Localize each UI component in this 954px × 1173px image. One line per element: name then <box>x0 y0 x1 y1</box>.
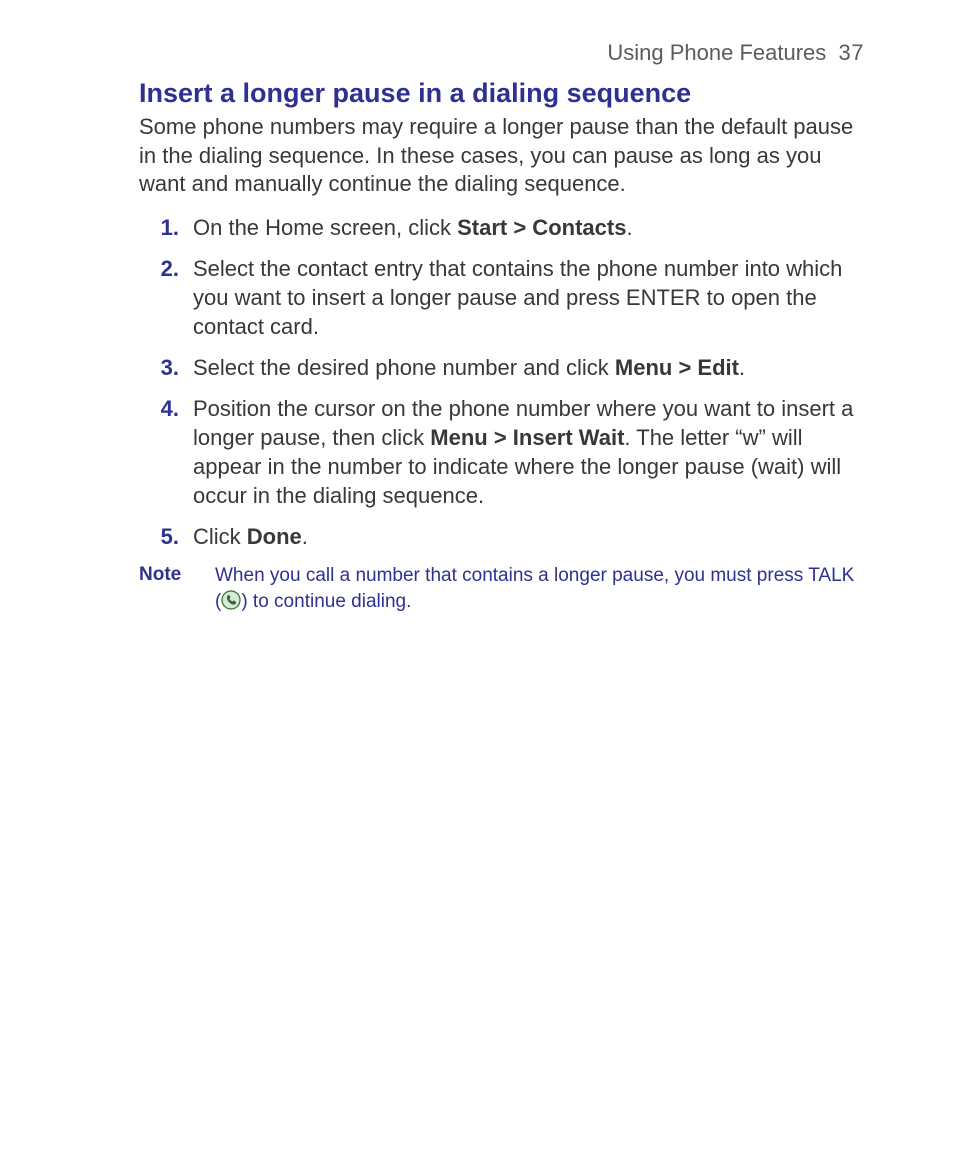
running-header: Using Phone Features 37 <box>135 40 864 66</box>
talk-button-icon <box>221 590 241 610</box>
step-number: 5. <box>139 522 193 551</box>
document-page: Using Phone Features 37 Insert a longer … <box>0 0 954 1173</box>
step-body: On the Home screen, click Start > Contac… <box>193 213 864 242</box>
step-item: 1. On the Home screen, click Start > Con… <box>139 213 864 242</box>
steps-list: 1. On the Home screen, click Start > Con… <box>135 213 864 551</box>
step-number: 2. <box>139 254 193 283</box>
step-item: 2. Select the contact entry that contain… <box>139 254 864 341</box>
step-item: 5. Click Done. <box>139 522 864 551</box>
page-number: 37 <box>839 40 864 65</box>
note-block: Note When you call a number that contain… <box>135 563 864 614</box>
step-body: Click Done. <box>193 522 864 551</box>
step-item: 3. Select the desired phone number and c… <box>139 353 864 382</box>
note-body: When you call a number that contains a l… <box>215 563 864 614</box>
step-number: 4. <box>139 394 193 423</box>
step-number: 3. <box>139 353 193 382</box>
step-item: 4. Position the cursor on the phone numb… <box>139 394 864 510</box>
step-body: Select the contact entry that contains t… <box>193 254 864 341</box>
intro-paragraph: Some phone numbers may require a longer … <box>135 113 864 199</box>
note-label: Note <box>139 563 215 586</box>
step-body: Select the desired phone number and clic… <box>193 353 864 382</box>
step-body: Position the cursor on the phone number … <box>193 394 864 510</box>
step-number: 1. <box>139 213 193 242</box>
section-title: Insert a longer pause in a dialing seque… <box>135 78 864 109</box>
section-name: Using Phone Features <box>607 40 826 65</box>
